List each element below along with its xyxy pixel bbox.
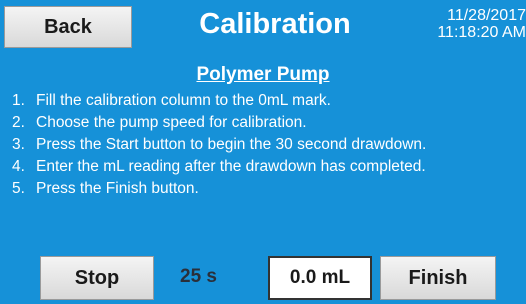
- step-text: Enter the mL reading after the drawdown …: [36, 158, 426, 175]
- step-number: 1.: [12, 92, 25, 109]
- datetime-display: 11/28/2017 11:18:20 AM: [406, 7, 526, 41]
- countdown-timer: 25 s: [180, 266, 217, 287]
- step-text: Press the Finish button.: [36, 180, 199, 197]
- calibration-screen: Back Calibration 11/28/2017 11:18:20 AM …: [0, 0, 526, 304]
- step-text: Choose the pump speed for calibration.: [36, 114, 307, 131]
- ml-reading-field[interactable]: 0.0 mL: [268, 256, 372, 300]
- instruction-item: 1. Fill the calibration column to the 0mL…: [12, 90, 426, 112]
- instruction-item: 5. Press the Finish button.: [12, 178, 426, 200]
- instruction-item: 3. Press the Start button to begin the 30…: [12, 134, 426, 156]
- step-text: Fill the calibration column to the 0mL m…: [36, 92, 331, 109]
- step-number: 2.: [12, 114, 25, 131]
- step-number: 4.: [12, 158, 25, 175]
- back-button[interactable]: Back: [4, 6, 132, 48]
- finish-button[interactable]: Finish: [380, 256, 496, 300]
- date-text: 11/28/2017: [447, 7, 526, 24]
- step-number: 5.: [12, 180, 25, 197]
- instruction-item: 4. Enter the mL reading after the drawdow…: [12, 156, 426, 178]
- page-title: Calibration: [199, 8, 351, 40]
- instruction-list: 1. Fill the calibration column to the 0mL…: [12, 90, 426, 200]
- step-number: 3.: [12, 136, 25, 153]
- time-text: 11:18:20 AM: [437, 24, 526, 41]
- instruction-item: 2. Choose the pump speed for calibration.: [12, 112, 426, 134]
- stop-button[interactable]: Stop: [40, 256, 154, 300]
- step-text: Press the Start button to begin the 30 s…: [36, 136, 427, 153]
- pump-subtitle: Polymer Pump: [196, 64, 330, 85]
